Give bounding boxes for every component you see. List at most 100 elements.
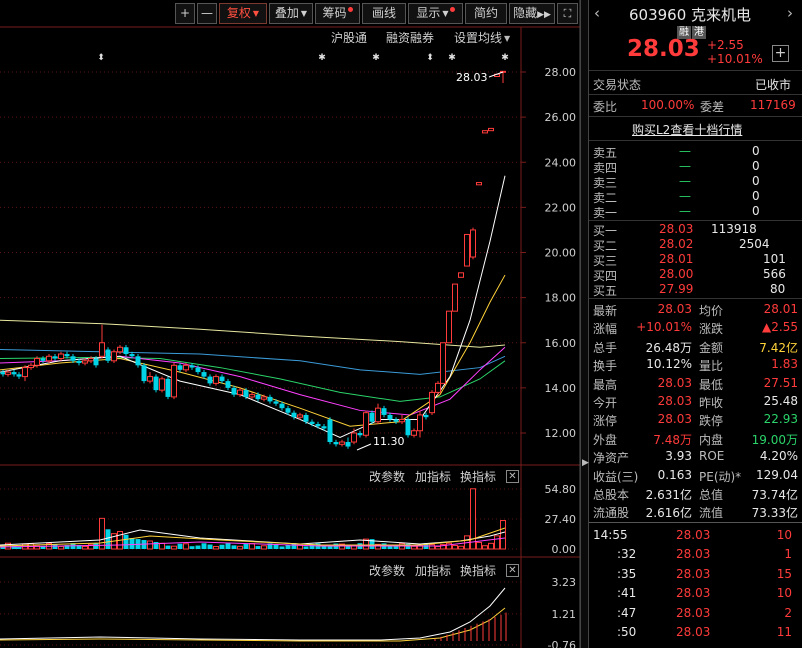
candle-body-down [52,356,58,359]
quote-label: 总值 [699,488,724,502]
quote-row: 最高 28.03 最低 27.51 [589,376,802,393]
add-watchlist-icon[interactable]: + [772,45,789,62]
tick-time: :50 [617,625,637,639]
kline-chart[interactable]: 28.00 26.00 24.00 22.00 20.00 18.00 16.00 14.00… [0,0,589,648]
candle-body-down [219,376,225,382]
back-arrow-icon[interactable]: ‹ [594,4,600,22]
buy-l2-link[interactable]: 购买L2查看十档行情 [632,121,742,138]
quote-row: 流通股 2.616亿 流值 73.33亿 [589,504,802,521]
volume-bar-up [435,545,441,550]
quote-value: 27.51 [763,375,798,390]
price-tick-label: 22.00 [545,201,577,214]
quote-value: +10.01% [636,320,692,335]
candle-body-up [399,418,405,423]
candle-body-down [195,367,201,373]
quote-label: 总手 [593,340,618,355]
candle-body-up [339,441,345,445]
candle-body-down [0,372,6,375]
candle-body-up [411,430,417,436]
ask-volume: 0 [752,189,760,203]
volume-bar-up [452,544,458,550]
candle-body-down [64,354,70,357]
tick-row: 14:55 28.03 10 [589,528,802,545]
event-marker-icon: ⬍ [97,53,105,63]
vol-tick-label: 54.80 [545,483,577,496]
candle-body-up [147,376,153,382]
quote-row: 总股本 2.631亿 总值 73.74亿 [589,486,802,503]
price-tick-label: 20.00 [545,247,577,260]
ask-price: — [679,144,691,158]
forward-arrow-icon[interactable]: › [787,4,793,22]
vol-switch-indicator[interactable]: 换指标 [460,468,496,485]
candle-body-down [255,394,261,400]
candle-body-down [70,356,76,361]
vol-close-icon[interactable]: ✕ [506,470,519,483]
weicha-value: 117169 [750,98,796,112]
vol-tick-label: 27.40 [545,513,577,526]
quote-label: 净资产 [593,451,630,466]
candle-body-down [327,419,333,443]
ind-tick-label: -0.76 [548,639,576,648]
weibi-value: 100.00% [641,98,695,112]
volume-bar-down [129,538,135,549]
candle-body-up [117,346,123,353]
volume-bar-up [147,540,153,550]
quote-row: 总手 26.48万 金额 7.42亿 [589,339,802,356]
ask-level-label: 卖一 [593,206,618,220]
panel-splitter[interactable]: ▶ [580,0,589,648]
quote-value: 28.03 [657,302,692,316]
volume-bar-down [279,546,285,549]
quote-value: 22.93 [763,412,798,427]
ind-add-indicator[interactable]: 加指标 [415,562,451,579]
quote-label: 昨收 [699,396,724,410]
volume-bar-down [189,546,195,549]
tick-volume: 15 [776,566,792,581]
ask-volume: 0 [752,174,760,188]
candle-body-up [351,432,357,443]
candle-body-down [201,372,207,377]
low-price-annotation: 11.30 [373,435,405,448]
quote-value: 19.00万 [751,432,798,447]
volume-bar-down [201,543,207,549]
weicha-label: 委差 [700,100,725,114]
quote-row: 外盘 7.48万 内盘 19.00万 [589,431,802,448]
ind-change-params[interactable]: 改参数 [369,562,405,579]
candle-body-up [375,407,381,423]
collapse-arrow-icon[interactable]: ▶ [582,458,589,468]
ind-close-icon[interactable]: ✕ [506,564,519,577]
candle-body-up [88,358,94,362]
volume-bar-up [494,535,500,550]
candle-body-down [189,365,195,368]
tick-volume: 10 [776,586,792,601]
bid-row: 买五 27.99 80 [589,282,802,299]
candle-body-up [237,389,243,396]
candle-body-down [291,412,297,418]
bid-volume: 101 [763,252,786,266]
bid-price: 27.99 [659,282,694,296]
tick-price: 28.03 [676,528,711,542]
quote-value: 28.03 [657,375,692,390]
volume-bar-down [243,543,249,549]
volume-bar-up [237,545,243,550]
quote-value: 28.01 [763,302,798,316]
quote-label: 最新 [593,304,618,318]
vol-add-indicator[interactable]: 加指标 [415,468,451,485]
ask-volume: 0 [752,159,760,173]
bid-price: 28.02 [659,237,694,251]
quote-label: 金额 [699,340,724,355]
ind-switch-indicator[interactable]: 换指标 [460,562,496,579]
vol-change-params[interactable]: 改参数 [369,468,405,485]
quote-value: 2.631亿 [645,488,692,502]
candle-body-down [105,349,111,361]
trade-status-row: 交易状态 已收市 [589,76,802,93]
volume-bar-up [458,545,464,550]
ask-volume: 0 [752,204,760,218]
candle-body-up [470,229,476,258]
candle-body-up [183,364,189,371]
quote-row: 最新 28.03 均价 28.01 [589,302,802,319]
quote-label: 跌停 [699,414,724,429]
volume-bar-down [393,546,399,549]
bid-volume: 2504 [739,237,770,251]
volume-bar-up [500,520,506,550]
volume-bar-down [345,546,351,549]
